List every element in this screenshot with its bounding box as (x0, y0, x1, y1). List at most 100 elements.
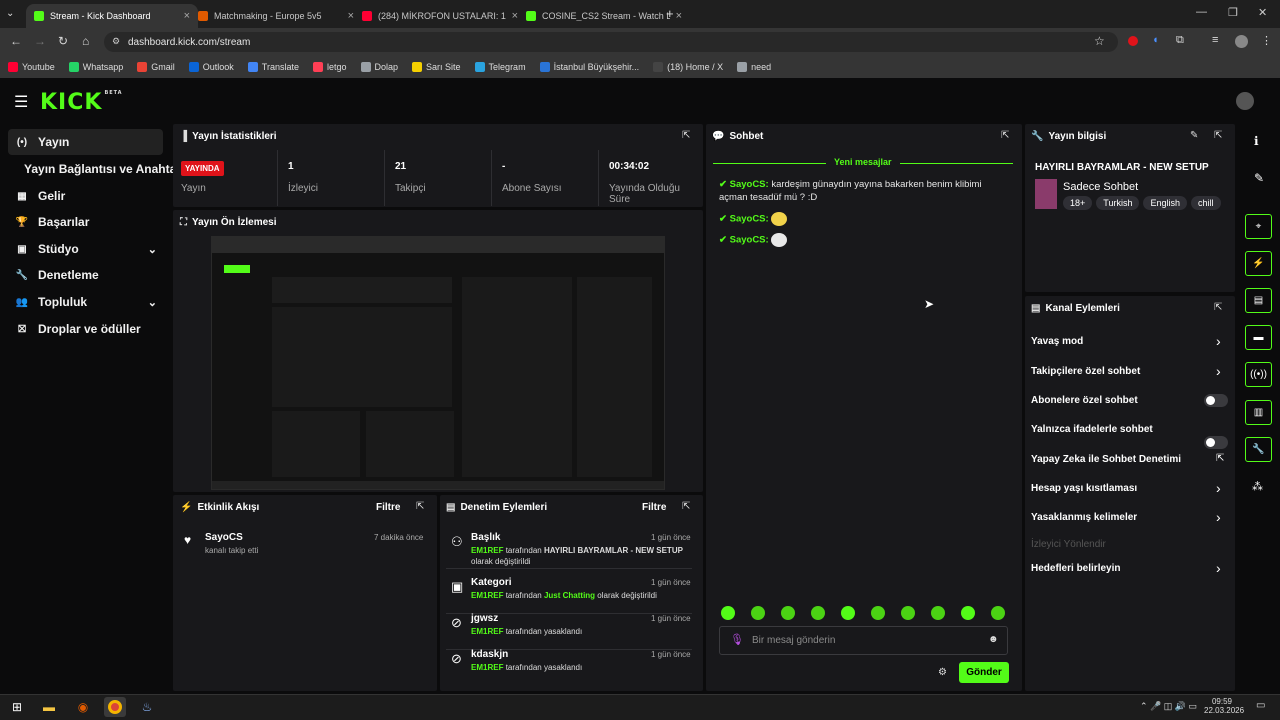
start-icon[interactable]: ⊞ (6, 697, 28, 717)
address-bar[interactable]: dashboard.kick.com/stream (104, 32, 1118, 52)
rail-tools-button[interactable]: 🔧 (1245, 437, 1272, 462)
taskbar-clock[interactable]: 09:59 22.03.2026 (1204, 697, 1244, 715)
tag-chip[interactable]: English (1143, 196, 1187, 210)
tray-icons[interactable]: ⌃ 🎤 ◫ 🔊 ▭ (1140, 701, 1197, 712)
tab-close-icon[interactable]: × (676, 10, 682, 22)
bookmark-item[interactable]: (18) Home / X (653, 62, 723, 72)
rail-chat-button[interactable]: ▬ (1245, 325, 1272, 350)
category-name[interactable]: Sadece Sohbet (1063, 181, 1138, 193)
toggle-switch[interactable] (1204, 394, 1228, 407)
bookmark-item[interactable]: Sarı Site (412, 62, 461, 72)
chat-username[interactable]: SayoCS: (730, 214, 769, 225)
sidebar-item[interactable]: Yayın Bağlantısı ve Anahtarı (8, 156, 184, 182)
external-link-icon[interactable]: ⇱ (1216, 453, 1224, 464)
chat-popout-icon[interactable]: ⇱ (1001, 130, 1009, 141)
media-control-icon[interactable]: ≡ (1212, 34, 1218, 46)
browser-tab[interactable]: COSINE_CS2 Stream - Watch Li × (518, 4, 690, 28)
extension-icon[interactable] (1128, 36, 1138, 46)
rail-document-button[interactable]: ▤ (1245, 288, 1272, 313)
chevron-right-icon[interactable]: › (1216, 509, 1221, 525)
share-icon[interactable]: ⁂ (1252, 480, 1263, 493)
tag-chip[interactable]: chill (1190, 196, 1221, 210)
rail-camera-button[interactable]: ⌖ (1245, 214, 1272, 239)
emote-icon[interactable] (901, 606, 915, 620)
steam-icon[interactable]: ♨ (136, 697, 158, 717)
microphone-icon[interactable]: 🎙 (730, 633, 744, 646)
moderation-actor[interactable]: EM1REF (471, 546, 503, 555)
emoji-picker-icon[interactable]: ☻ (988, 634, 999, 645)
channel-action-label[interactable]: Yapay Zeka ile Sohbet Denetimi (1031, 454, 1181, 465)
bookmark-star-icon[interactable]: ☆ (1094, 34, 1105, 48)
site-info-icon[interactable]: ⚙ (112, 36, 120, 47)
moderation-actor[interactable]: EM1REF (471, 627, 503, 636)
channel-action-label[interactable]: Yasaklanmış kelimeler (1031, 512, 1137, 523)
send-button[interactable]: Gönder (959, 662, 1009, 683)
emote-icon[interactable] (871, 606, 885, 620)
bookmark-item[interactable]: letgo (312, 62, 347, 72)
emote-icon[interactable] (721, 606, 735, 620)
chevron-right-icon[interactable]: › (1216, 480, 1221, 496)
bookmark-item[interactable]: Outlook (188, 62, 234, 72)
sidebar-item[interactable]: 👥 Topluluk ⌄ (8, 289, 163, 315)
reload-icon[interactable]: ↻ (58, 34, 68, 48)
profile-avatar[interactable] (1235, 35, 1248, 48)
rail-lightning-button[interactable]: ⚡ (1245, 251, 1272, 276)
home-icon[interactable]: ⌂ (82, 34, 89, 48)
rail-broadcast-button[interactable]: ((•)) (1245, 362, 1272, 387)
chat-username[interactable]: SayoCS: (730, 235, 769, 246)
restore-icon[interactable]: ❐ (1228, 6, 1238, 19)
extension-audio-icon[interactable]: ◖ (1152, 34, 1159, 46)
kick-logo[interactable]: KICK BETA (40, 90, 123, 115)
tag-chip[interactable]: 18+ (1063, 196, 1093, 210)
emote-icon[interactable] (841, 606, 855, 620)
emote-icon[interactable] (781, 606, 795, 620)
user-avatar[interactable] (1236, 92, 1254, 110)
toggle-switch[interactable] (1204, 436, 1228, 449)
chevron-right-icon[interactable]: › (1216, 363, 1221, 379)
channel-actions-popout-icon[interactable]: ⇱ (1214, 302, 1222, 313)
pencil-icon[interactable]: ✎ (1254, 171, 1264, 185)
bookmark-item[interactable]: Telegram (474, 62, 526, 72)
close-window-icon[interactable]: ✕ (1258, 6, 1267, 19)
channel-action-label[interactable]: Hedefleri belirleyin (1031, 563, 1120, 574)
channel-action-label[interactable]: Abonelere özel sohbet (1031, 395, 1138, 406)
bookmark-item[interactable]: Youtube (8, 62, 55, 72)
emote-icon[interactable] (811, 606, 825, 620)
extensions-icon[interactable]: ⧉ (1176, 34, 1184, 47)
faceit-icon[interactable]: ◉ (72, 697, 94, 717)
sidebar-item[interactable]: ⛝ Droplar ve ödüller (8, 316, 163, 342)
popout-icon[interactable]: ⇱ (682, 130, 690, 141)
notifications-icon[interactable]: ▭ (1256, 700, 1265, 711)
category-thumbnail[interactable] (1035, 179, 1057, 209)
channel-action-label[interactable]: Yalnızca ifadelerle sohbet (1031, 424, 1153, 435)
bookmark-item[interactable]: Gmail (137, 62, 175, 72)
sidebar-item[interactable]: (•) Yayın (8, 129, 163, 155)
bookmark-item[interactable]: İstanbul Büyükşehir... (539, 62, 639, 72)
minimize-icon[interactable]: — (1196, 6, 1207, 18)
emote-icon[interactable] (961, 606, 975, 620)
bookmark-item[interactable]: Dolap (360, 62, 398, 72)
moderation-popout-icon[interactable]: ⇱ (682, 501, 690, 512)
activity-filter-button[interactable]: Filtre (376, 502, 400, 513)
channel-action-label[interactable]: Yavaş mod (1031, 336, 1083, 347)
emote-icon[interactable] (991, 606, 1005, 620)
channel-action-label[interactable]: Takipçilere özel sohbet (1031, 366, 1140, 377)
browser-tab[interactable]: Matchmaking - Europe 5v5 × (190, 4, 362, 28)
info-icon[interactable]: ℹ (1254, 134, 1259, 148)
browser-tab[interactable]: Stream - Kick Dashboard × (26, 4, 198, 28)
sidebar-item[interactable]: ▣ Stüdyo ⌄ (8, 236, 163, 262)
chevron-right-icon[interactable]: › (1216, 333, 1221, 349)
stream-preview-video[interactable] (211, 236, 665, 490)
forward-icon[interactable]: → (34, 34, 46, 48)
sidebar-item[interactable]: 🏆 Başarılar (8, 209, 163, 235)
stream-info-popout-icon[interactable]: ⇱ (1214, 130, 1222, 141)
bookmark-item[interactable]: Whatsapp (68, 62, 123, 72)
edit-stream-info-icon[interactable]: ✎ (1190, 130, 1198, 141)
rail-layout-button[interactable]: ▥ (1245, 400, 1272, 425)
browser-menu-icon[interactable]: ⋮ (1261, 34, 1272, 47)
tag-chip[interactable]: Turkish (1096, 196, 1140, 210)
chat-username[interactable]: SayoCS: (730, 179, 769, 190)
activity-user[interactable]: SayoCS (205, 532, 243, 543)
hamburger-menu-icon[interactable]: ☰ (14, 92, 28, 112)
sidebar-item[interactable]: 🔧 Denetleme (8, 262, 163, 288)
